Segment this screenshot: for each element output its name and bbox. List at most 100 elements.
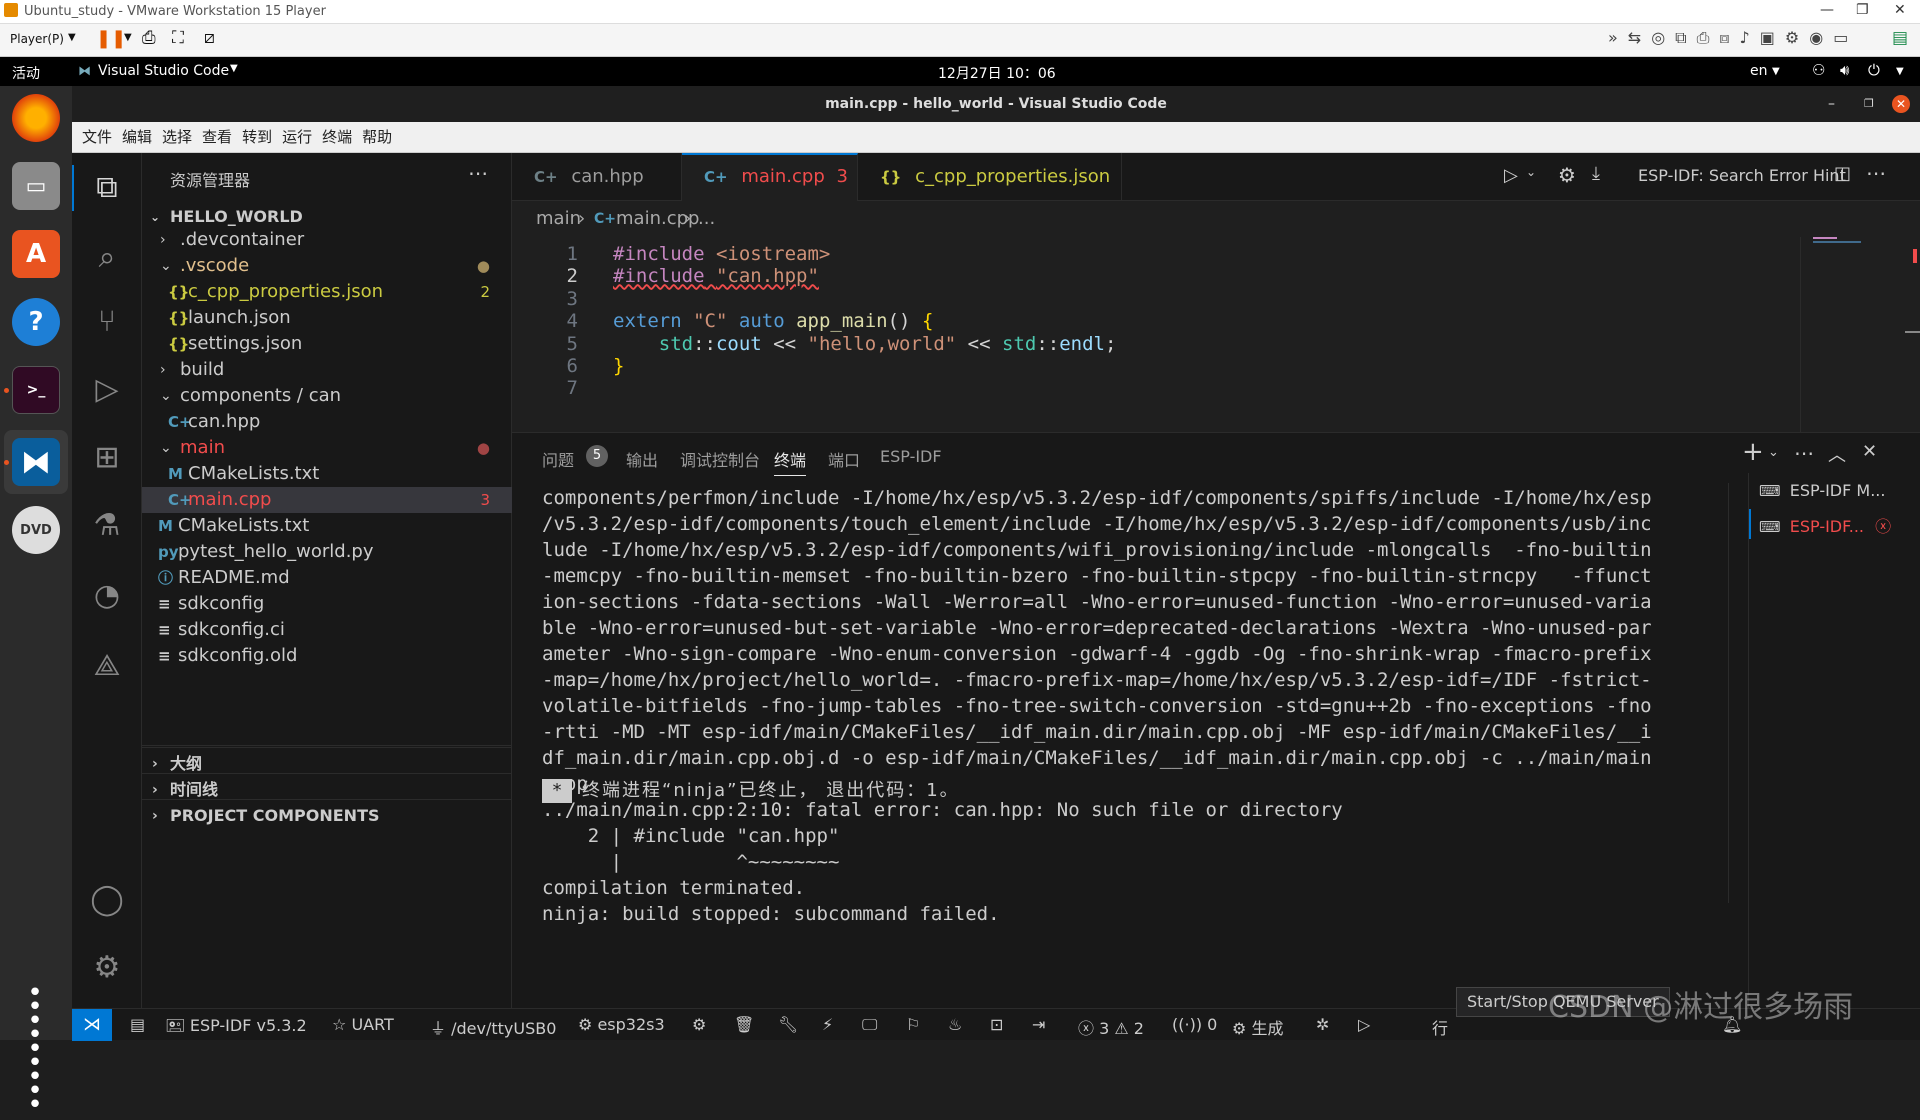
tab-can-hpp[interactable]: C+ can.hpp (512, 153, 682, 201)
message-icon[interactable]: ▤ (1892, 28, 1908, 48)
tab-esp-idf[interactable]: ESP-IDF (880, 447, 942, 466)
tree-item[interactable]: M CMakeLists.txt (142, 461, 512, 487)
menu-help[interactable]: 帮助 (362, 122, 392, 152)
tab-c-cpp-properties[interactable]: {} c_cpp_properties.json 2 (858, 153, 1122, 235)
code-line[interactable]: } (613, 355, 624, 377)
network-icon[interactable]: ⚇ (1812, 61, 1825, 79)
search-icon[interactable]: ⌕ (88, 239, 126, 277)
download-icon[interactable]: ⤓ (1592, 163, 1600, 184)
menu-terminal[interactable]: 终端 (322, 122, 352, 152)
menu-selection[interactable]: 选择 (162, 122, 192, 152)
unity-icon[interactable]: ⧄ (204, 28, 215, 48)
menu-file[interactable]: 文件 (82, 122, 112, 152)
chevron-down-icon[interactable]: ▼ (124, 32, 132, 43)
terminal-icon[interactable]: ⊡ (990, 1015, 1003, 1034)
terminal-item[interactable]: ⌨ ESP-IDF M... (1759, 481, 1919, 500)
problems-indicator[interactable]: ⓧ 3 ⚠ 2 (1078, 1015, 1144, 1039)
chevron-down-icon[interactable]: ▼ (68, 32, 76, 43)
minimize-icon[interactable]: — (1820, 2, 1834, 18)
tree-item[interactable]: M CMakeLists.txt (142, 513, 512, 539)
sdk-config-icon[interactable]: ⚙ (692, 1015, 706, 1034)
menu-go[interactable]: 转到 (242, 122, 272, 152)
power-icon[interactable]: ⏻ (1868, 61, 1880, 79)
maximize-icon[interactable]: ❐ (1856, 2, 1869, 18)
more-actions-icon[interactable]: ⋯ (1866, 161, 1886, 185)
activities-button[interactable]: 活动 (12, 63, 40, 83)
tab-output[interactable]: 输出 (626, 447, 658, 471)
tree-item[interactable]: ⓘ README.md (142, 565, 512, 591)
tab-terminal[interactable]: 终端 (774, 447, 807, 476)
pause-icon[interactable]: ❚❚ (96, 28, 126, 49)
tree-item[interactable]: {} launch.json (142, 305, 512, 331)
split-editor-icon[interactable]: ◫ (1834, 163, 1851, 184)
app-menu[interactable]: Visual Studio Code (98, 63, 229, 79)
tree-item[interactable]: ≡ sdkconfig.ci (142, 617, 512, 643)
tree-item[interactable]: C+ main.cpp 3 (142, 487, 512, 513)
close-panel-icon[interactable]: ✕ (1862, 441, 1877, 462)
tree-item[interactable]: {} settings.json (142, 331, 512, 357)
tree-item[interactable]: ⌄ main ● (142, 435, 512, 461)
breadcrumb-folder[interactable]: main (536, 201, 581, 237)
volume-icon[interactable]: 🔊︎ (1840, 61, 1849, 79)
esp-idf-version[interactable]: 🖭︎ ESP-IDF v5.3.2 (166, 1015, 307, 1042)
project-components-section[interactable]: › PROJECT COMPONENTS (142, 799, 512, 831)
terminal-output[interactable]: components/perfmon/include -I/home/hx/es… (542, 485, 1742, 927)
chevron-down-icon[interactable]: ⌄ (1768, 445, 1779, 460)
extensions-icon[interactable]: ⊞ (88, 439, 126, 477)
trash-icon[interactable]: 🗑︎ (734, 1015, 754, 1034)
menu-view[interactable]: 查看 (202, 122, 232, 152)
wrench-icon[interactable]: 🔧︎ (778, 1015, 798, 1034)
flash-icon[interactable]: ⚡︎ (822, 1015, 833, 1034)
code-line[interactable]: extern "C" auto app_main() { (613, 310, 933, 332)
explorer-icon[interactable]: ⧉ (88, 169, 126, 207)
minimap[interactable] (1800, 237, 1920, 432)
tab-debug-console[interactable]: 调试控制台 (680, 447, 760, 471)
terminal-scrollbar[interactable] (1728, 483, 1736, 903)
cursor-position[interactable]: 行 (1432, 1015, 1448, 1039)
tree-item[interactable]: ≡ sdkconfig.old (142, 643, 512, 669)
breadcrumb-more[interactable]: ... (698, 201, 715, 237)
more-actions-icon[interactable]: ⋯ (1794, 441, 1814, 465)
run-debug-icon[interactable]: ▷ (88, 371, 126, 409)
port-selector[interactable]: ⏚ /dev/ttyUSB0 (430, 1015, 556, 1039)
espressif-icon[interactable]: ◔ (88, 577, 126, 615)
clock[interactable]: 12月27日 10：06 (938, 63, 1056, 83)
settings-gear-icon[interactable]: ⚙ (88, 949, 126, 987)
chevron-down-icon[interactable]: ⌄ (1526, 165, 1536, 179)
remote-icon[interactable]: ⋊ (72, 1009, 112, 1041)
show-apps-icon[interactable]: • • • • • • • • • (14, 980, 58, 1118)
folder-icon[interactable]: ▤ (130, 1015, 145, 1034)
tree-item[interactable]: › .devcontainer (142, 227, 512, 253)
tree-item[interactable]: {} c_cpp_properties.json 2 (142, 279, 512, 305)
code-line[interactable]: #include <iostream> (613, 243, 830, 265)
tree-item[interactable]: py pytest_hello_world.py (142, 539, 512, 565)
vscode-icon[interactable]: ⧓ (12, 438, 60, 486)
idf-tools-icon[interactable]: ⟁ (88, 647, 126, 685)
tree-item[interactable]: ⌄ components / can (142, 383, 512, 409)
terminal-item-active[interactable]: ⌨ ESP-IDF... ⓧ (1759, 513, 1919, 537)
tree-item[interactable]: C+ can.hpp (142, 409, 512, 435)
fullscreen-icon[interactable]: ⛶ (172, 28, 184, 48)
tab-problems[interactable]: 问题 (542, 447, 574, 471)
fire-icon[interactable]: ♨ (948, 1015, 962, 1034)
software-center-icon[interactable]: A (12, 230, 60, 278)
close-icon[interactable]: ✕ (1892, 95, 1910, 113)
dvd-icon[interactable]: DVD (12, 506, 60, 554)
more-actions-icon[interactable]: ⋯ (468, 161, 488, 185)
settings-gear-icon[interactable]: ⚙ (1558, 163, 1576, 187)
code-line[interactable]: #include "can.hpp" (613, 265, 819, 287)
minimize-icon[interactable]: – (1828, 86, 1835, 122)
code-line[interactable]: std::cout << "hello,world" << std::endl; (613, 333, 1117, 355)
tab-ports[interactable]: 端口 (828, 447, 860, 471)
files-icon[interactable]: ▭ (12, 162, 60, 210)
build-button[interactable]: ⚙ 生成 (1232, 1015, 1283, 1039)
search-error-hint-button[interactable]: ESP-IDF: Search Error Hint (1638, 166, 1846, 185)
maximize-panel-icon[interactable]: ︿ (1828, 441, 1846, 467)
run-icon[interactable]: ▷ (1504, 165, 1518, 186)
terminal-icon[interactable]: >_ (12, 366, 60, 414)
uart-selector[interactable]: ☆ UART (332, 1015, 394, 1034)
close-icon[interactable]: ✕ (1894, 2, 1906, 18)
tree-item[interactable]: ⌄ .vscode ● (142, 253, 512, 279)
tab-main-cpp[interactable]: C+ main.cpp 3 ✕ (682, 153, 858, 231)
chevron-down-icon[interactable]: ▼ (1896, 66, 1904, 77)
